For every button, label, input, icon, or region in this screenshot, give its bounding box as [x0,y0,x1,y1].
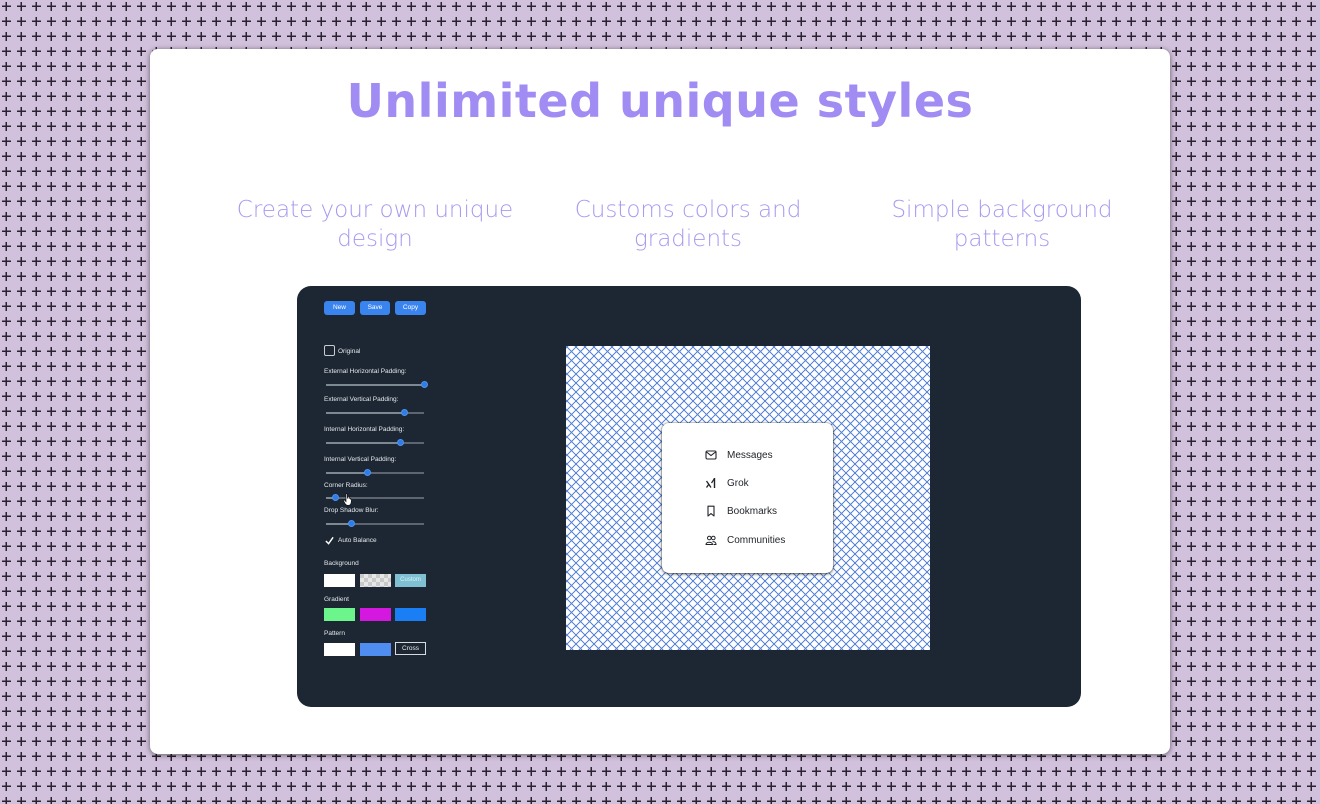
gradient-section-label: Gradient [324,596,349,603]
pattern-cross-option[interactable]: Cross [395,642,426,655]
menu-item-label: Grok [727,477,749,489]
menu-item-label: Communities [727,534,786,546]
slider-label: Internal Horizontal Padding: [324,426,405,433]
original-checkbox[interactable] [324,345,335,356]
drop-shadow-blur-slider[interactable] [326,520,424,527]
bookmark-icon [707,505,715,517]
feature-text-line: Customs colors and [574,197,802,223]
pattern-white-swatch[interactable] [324,643,355,656]
menu-item-bookmarks[interactable]: Bookmarks [705,503,777,519]
slider-knob[interactable] [347,520,355,527]
internal-vertical-padding-slider[interactable] [326,469,424,476]
envelope-icon [705,450,717,460]
preview-canvas: Messages Grok Bookmarks Communities [566,346,930,650]
grok-icon [705,478,716,488]
save-button[interactable]: Save [360,301,390,315]
slider-label: External Horizontal Padding: [324,368,407,375]
pattern-section-label: Pattern [324,630,345,637]
menu-item-messages[interactable]: Messages [705,447,773,463]
gradient-magenta-swatch[interactable] [360,608,391,621]
slider-label: Internal Vertical Padding: [324,456,397,463]
people-icon [705,535,717,545]
slider-knob[interactable] [400,409,408,416]
auto-balance-label: Auto Balance [338,537,377,544]
feature-custom-design: Create your own unique design [225,196,525,254]
menu-item-label: Messages [727,449,773,461]
new-button[interactable]: New [324,301,355,315]
feature-text-line: Create your own unique [236,197,514,223]
slider-knob[interactable] [396,439,404,446]
menu-item-communities[interactable]: Communities [705,532,785,548]
page-title: Unlimited unique styles [346,74,974,128]
original-label: Original [338,348,361,355]
pattern-blue-swatch[interactable] [360,643,391,656]
slider-label: Corner Radius: [324,482,368,489]
corner-radius-slider[interactable] [326,494,424,501]
feature-text-line: patterns [953,226,1051,252]
gradient-blue-swatch[interactable] [395,608,426,621]
slider-label: Drop Shadow Blur: [324,507,379,514]
background-custom-swatch[interactable]: Custom [395,574,426,587]
feature-text-line: Simple background [891,197,1113,223]
background-white-swatch[interactable] [324,574,355,587]
background-transparent-swatch[interactable] [360,574,391,587]
preview-menu-card: Messages Grok Bookmarks Communities [662,423,833,573]
menu-item-grok[interactable]: Grok [705,475,749,491]
internal-horizontal-padding-slider[interactable] [326,439,424,446]
external-vertical-padding-slider[interactable] [326,409,424,416]
feature-background-patterns: Simple background patterns [852,196,1152,254]
copy-button[interactable]: Copy [395,301,426,315]
slider-label: External Vertical Padding: [324,396,399,403]
checkmark-icon[interactable] [325,536,334,545]
menu-item-label: Bookmarks [727,505,778,517]
feature-colors-gradients: Customs colors and gradients [538,196,838,254]
gradient-green-swatch[interactable] [324,608,355,621]
slider-knob[interactable] [420,381,428,388]
editor-app-screenshot: New Save Copy Original External Horizont… [297,286,1081,707]
slider-knob[interactable] [363,469,371,476]
slider-knob[interactable] [332,494,340,501]
background-section-label: Background [324,560,359,567]
feature-text-line: gradients [633,226,743,252]
external-horizontal-padding-slider[interactable] [326,381,428,388]
feature-text-line: design [337,226,413,252]
hand-cursor-icon [343,493,352,506]
